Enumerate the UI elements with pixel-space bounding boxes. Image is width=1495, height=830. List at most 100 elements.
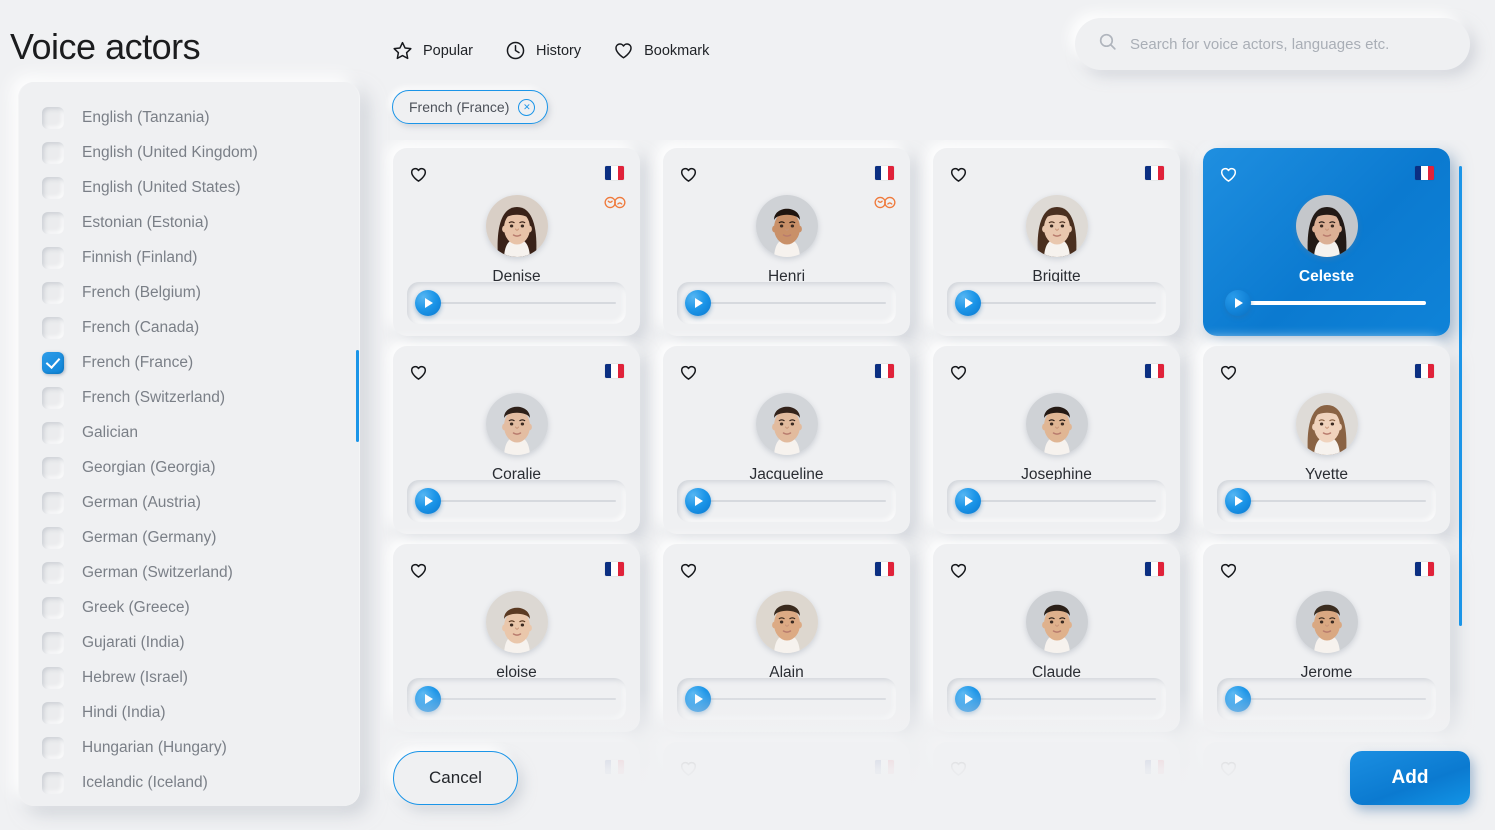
- language-list[interactable]: English (Tanzania) English (United Kingdo…: [18, 82, 360, 806]
- audio-player[interactable]: [677, 678, 896, 720]
- progress-track[interactable]: [979, 302, 1156, 304]
- language-option[interactable]: Greek (Greece): [42, 590, 346, 625]
- progress-track[interactable]: [709, 698, 886, 700]
- language-option[interactable]: English (United States): [42, 170, 346, 205]
- checkbox-icon[interactable]: [42, 631, 64, 654]
- progress-track[interactable]: [979, 698, 1156, 700]
- language-option[interactable]: Hungarian (Hungary): [42, 730, 346, 765]
- audio-player[interactable]: [947, 480, 1166, 522]
- language-option[interactable]: Gujarati (India): [42, 625, 346, 660]
- checkbox-icon[interactable]: [42, 456, 64, 479]
- progress-track[interactable]: [1249, 301, 1426, 305]
- language-option[interactable]: Hindi (India): [42, 695, 346, 730]
- voice-actor-card[interactable]: Coralie: [393, 346, 640, 534]
- checkbox-icon[interactable]: [42, 596, 64, 619]
- checkbox-icon[interactable]: [42, 386, 64, 409]
- sidebar-scrollbar-thumb[interactable]: [356, 350, 359, 442]
- play-icon[interactable]: [415, 290, 441, 316]
- language-option[interactable]: English (Tanzania): [42, 100, 346, 135]
- close-circle-icon[interactable]: ✕: [518, 98, 536, 116]
- voice-actor-card[interactable]: Denise: [393, 148, 640, 336]
- favorite-heart-icon[interactable]: [679, 759, 698, 783]
- checkbox-icon[interactable]: [42, 561, 64, 584]
- checkbox-icon[interactable]: [42, 526, 64, 549]
- audio-player[interactable]: [1217, 480, 1436, 522]
- add-button[interactable]: Add: [1350, 751, 1470, 805]
- checkbox-checked-icon[interactable]: [42, 351, 64, 374]
- favorite-heart-icon[interactable]: [679, 363, 698, 387]
- audio-player[interactable]: [947, 282, 1166, 324]
- language-option[interactable]: Finnish (Finland): [42, 240, 346, 275]
- tab-history[interactable]: History: [505, 40, 581, 61]
- language-option[interactable]: English (United Kingdom): [42, 135, 346, 170]
- checkbox-icon[interactable]: [42, 736, 64, 759]
- progress-track[interactable]: [709, 500, 886, 502]
- progress-track[interactable]: [439, 500, 616, 502]
- language-option[interactable]: German (Germany): [42, 520, 346, 555]
- voice-actor-card[interactable]: Jacqueline: [663, 346, 910, 534]
- voice-actor-card[interactable]: Yvette: [1203, 346, 1450, 534]
- checkbox-icon[interactable]: [42, 421, 64, 444]
- voice-actor-card[interactable]: Josephine: [933, 346, 1180, 534]
- audio-player[interactable]: [677, 282, 896, 324]
- favorite-heart-icon[interactable]: [949, 363, 968, 387]
- play-icon[interactable]: [1225, 488, 1251, 514]
- play-icon[interactable]: [955, 686, 981, 712]
- favorite-heart-icon[interactable]: [679, 165, 698, 189]
- checkbox-icon[interactable]: [42, 316, 64, 339]
- language-option[interactable]: French (Switzerland): [42, 380, 346, 415]
- favorite-heart-icon[interactable]: [1219, 759, 1238, 783]
- audio-player[interactable]: [407, 480, 626, 522]
- play-icon[interactable]: [415, 686, 441, 712]
- language-option[interactable]: German (Austria): [42, 485, 346, 520]
- audio-player[interactable]: [407, 678, 626, 720]
- checkbox-icon[interactable]: [42, 281, 64, 304]
- play-icon[interactable]: [1225, 686, 1251, 712]
- voice-actor-card[interactable]: eloise: [393, 544, 640, 732]
- checkbox-icon[interactable]: [42, 106, 64, 129]
- language-option[interactable]: French (Belgium): [42, 275, 346, 310]
- voice-actor-card[interactable]: Brigitte: [933, 148, 1180, 336]
- favorite-heart-icon[interactable]: [949, 165, 968, 189]
- active-filter-chip[interactable]: French (France) ✕: [392, 90, 549, 124]
- play-icon[interactable]: [685, 290, 711, 316]
- favorite-heart-icon[interactable]: [949, 561, 968, 585]
- progress-track[interactable]: [1249, 500, 1426, 502]
- progress-track[interactable]: [1249, 698, 1426, 700]
- search-bar[interactable]: [1075, 18, 1470, 70]
- favorite-heart-icon[interactable]: [1219, 363, 1238, 387]
- voice-actor-card[interactable]: [933, 742, 1180, 800]
- voice-actor-card[interactable]: Henri: [663, 148, 910, 336]
- play-icon[interactable]: [955, 290, 981, 316]
- audio-player[interactable]: [1217, 678, 1436, 720]
- language-option[interactable]: French (France): [42, 345, 346, 380]
- progress-track[interactable]: [979, 500, 1156, 502]
- progress-track[interactable]: [439, 302, 616, 304]
- search-input[interactable]: [1130, 35, 1440, 53]
- voice-actor-card[interactable]: [663, 742, 910, 800]
- voice-actor-card-selected[interactable]: Celeste: [1203, 148, 1450, 336]
- progress-track[interactable]: [439, 698, 616, 700]
- cancel-button[interactable]: Cancel: [393, 751, 518, 805]
- play-icon[interactable]: [955, 488, 981, 514]
- voice-actor-card[interactable]: Claude: [933, 544, 1180, 732]
- language-option[interactable]: French (Canada): [42, 310, 346, 345]
- play-icon[interactable]: [1225, 290, 1251, 316]
- language-option[interactable]: Icelandic (Iceland): [42, 765, 346, 800]
- checkbox-icon[interactable]: [42, 211, 64, 234]
- favorite-heart-icon[interactable]: [409, 363, 428, 387]
- favorite-heart-icon[interactable]: [949, 759, 968, 783]
- play-icon[interactable]: [685, 686, 711, 712]
- checkbox-icon[interactable]: [42, 666, 64, 689]
- voice-actor-card[interactable]: Alain: [663, 544, 910, 732]
- grid-scrollbar-thumb[interactable]: [1459, 166, 1462, 626]
- audio-player[interactable]: [947, 678, 1166, 720]
- favorite-heart-icon[interactable]: [409, 165, 428, 189]
- language-option[interactable]: Estonian (Estonia): [42, 205, 346, 240]
- play-icon[interactable]: [685, 488, 711, 514]
- favorite-heart-icon[interactable]: [1219, 165, 1238, 189]
- checkbox-icon[interactable]: [42, 246, 64, 269]
- checkbox-icon[interactable]: [42, 701, 64, 724]
- checkbox-icon[interactable]: [42, 491, 64, 514]
- progress-track[interactable]: [709, 302, 886, 304]
